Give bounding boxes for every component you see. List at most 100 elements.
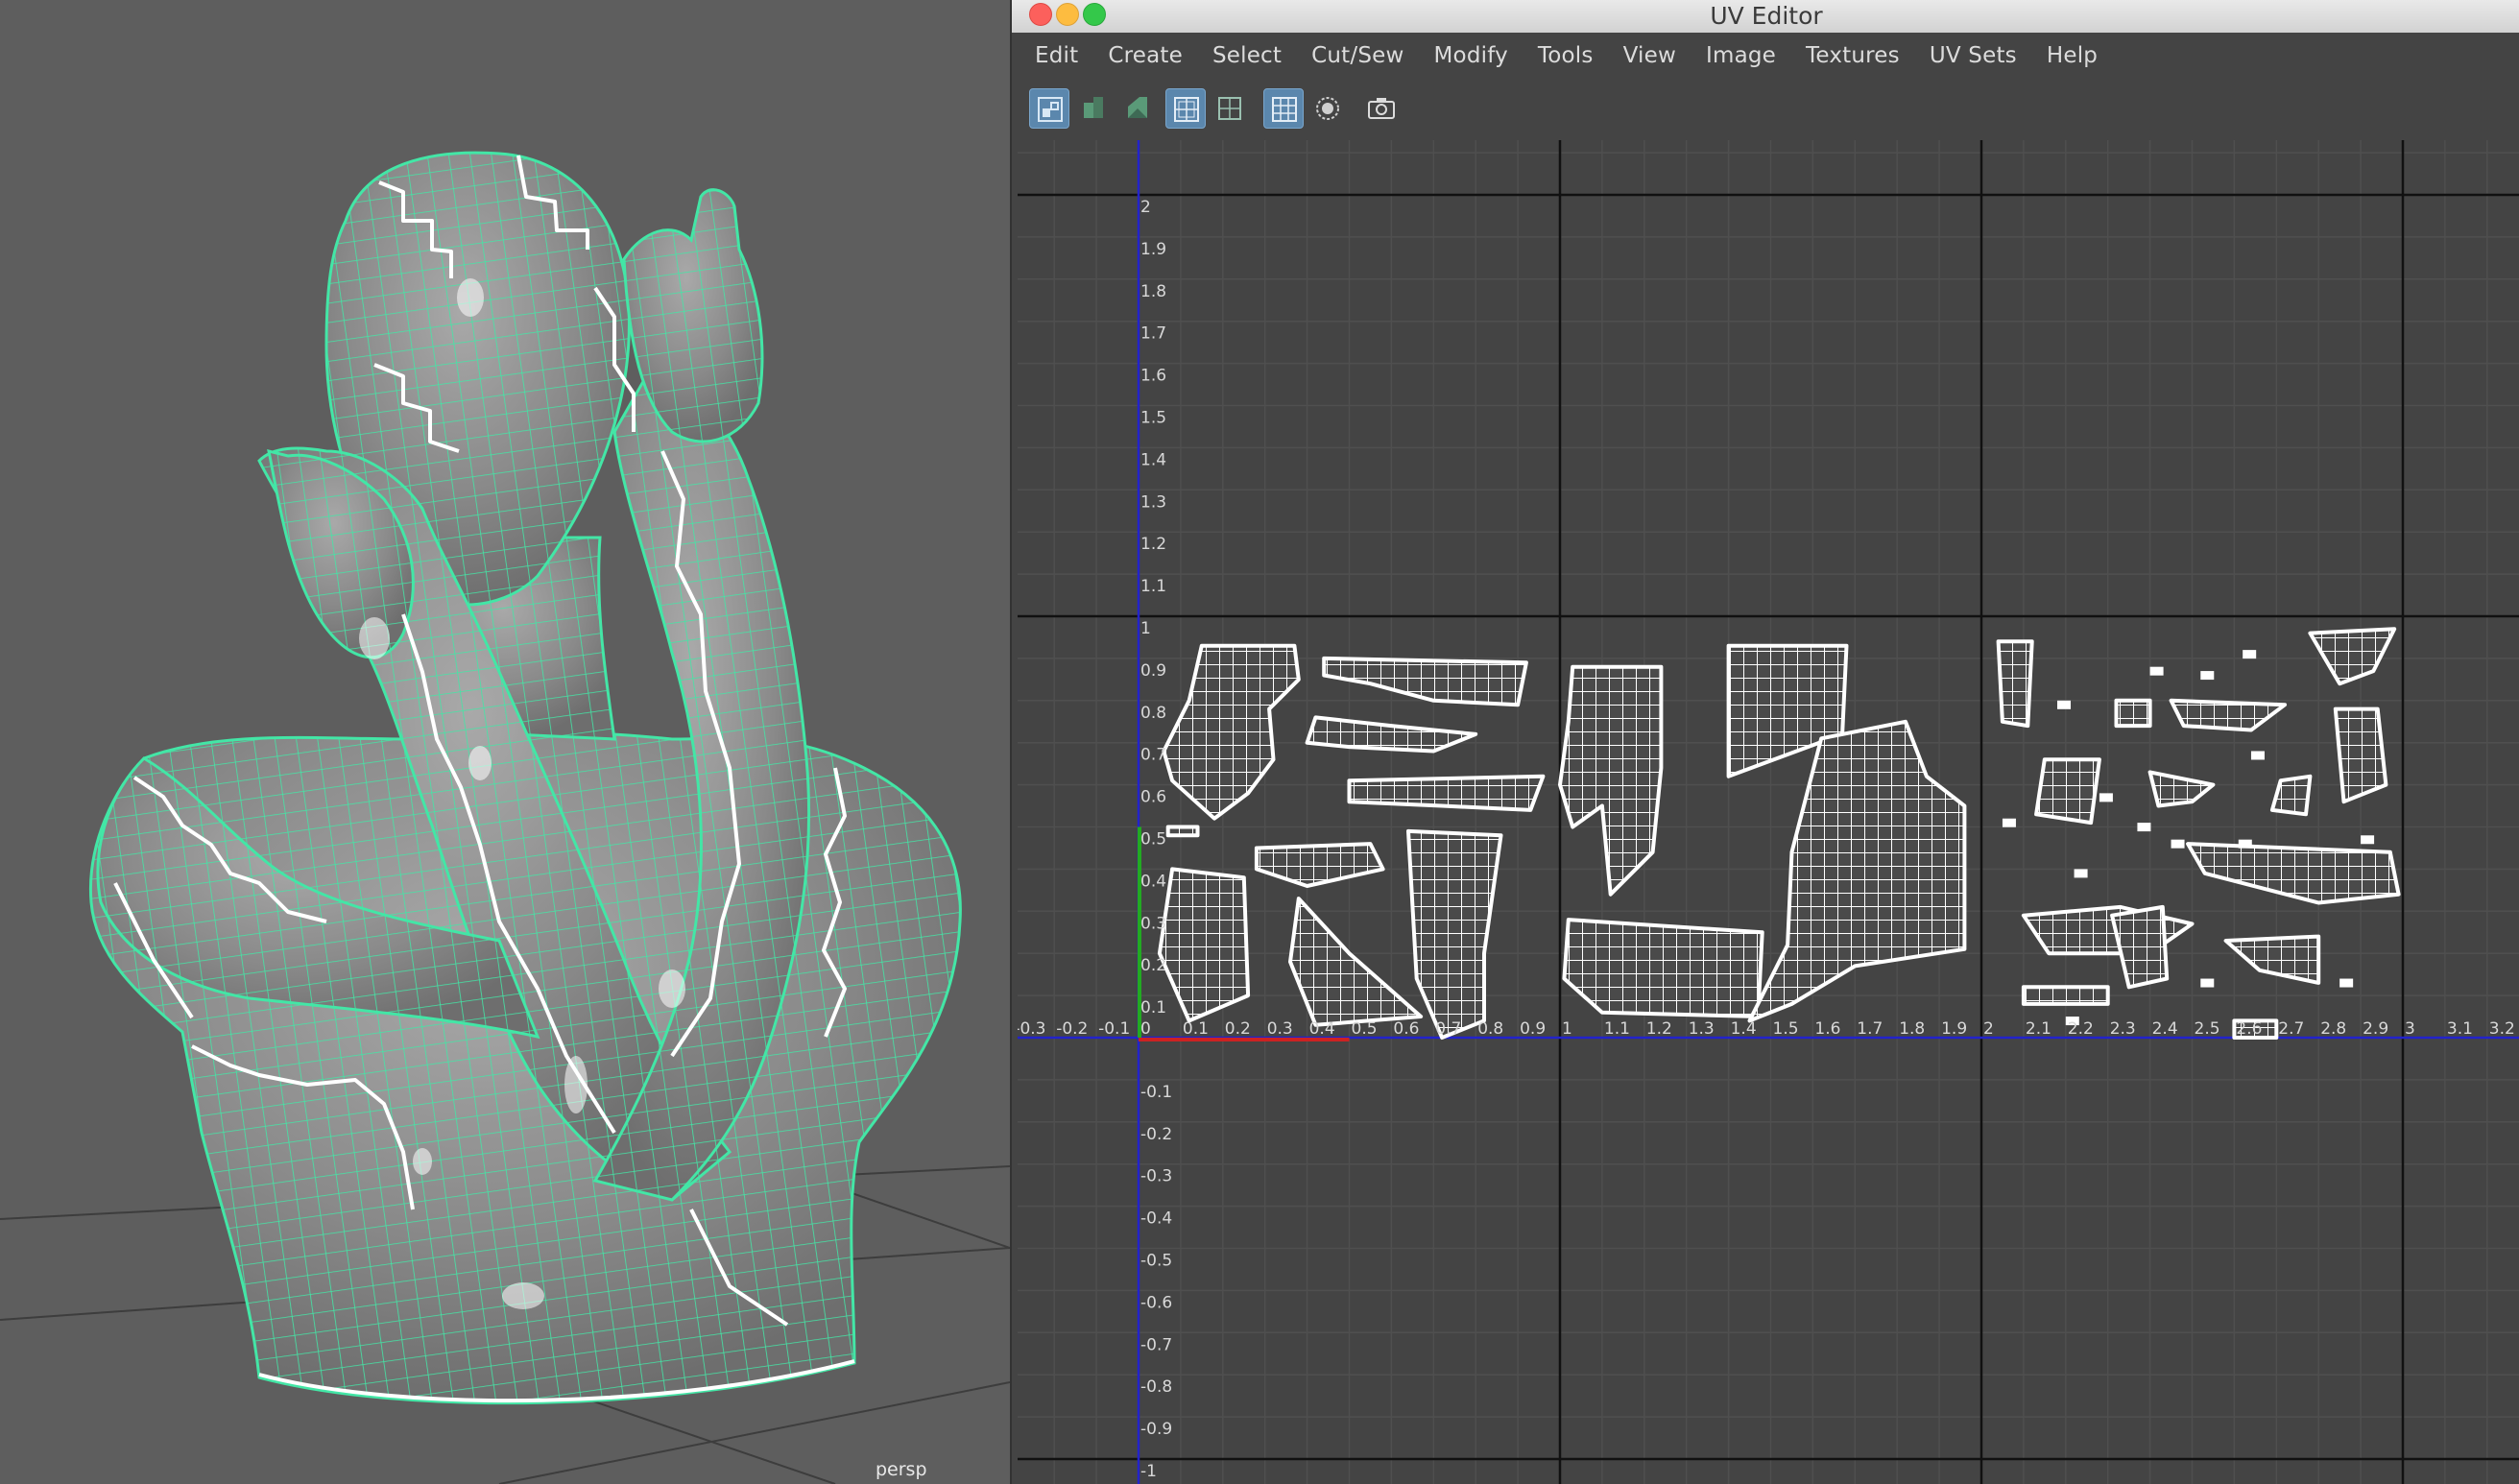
menu-uv-sets[interactable]: UV Sets <box>1930 43 2017 68</box>
sculpture-mesh <box>88 151 962 1405</box>
uv-shell <box>2333 706 2388 804</box>
u-tick-label: 3.1 <box>2447 1019 2473 1039</box>
uv-island <box>2250 751 2265 760</box>
u-tick-label: 2.8 <box>2320 1019 2346 1039</box>
v-tick-label: -0.6 <box>1140 1293 1172 1312</box>
checker-icon[interactable] <box>1263 88 1304 129</box>
texture-borders-icon[interactable] <box>1210 88 1250 129</box>
uv-island <box>2002 818 2016 827</box>
v-tick-label: -0.8 <box>1140 1377 1172 1397</box>
menu-view[interactable]: View <box>1623 43 1676 68</box>
u-tick-label: 0.7 <box>1435 1019 1461 1039</box>
uv-island <box>2200 978 2215 988</box>
u-tick-label: 0 <box>1140 1019 1151 1039</box>
uv-unfold-icon[interactable] <box>1073 88 1114 129</box>
uv-shell <box>2034 757 2101 826</box>
u-tick-label: 1.3 <box>1689 1019 1715 1039</box>
v-tick-label: 1.6 <box>1140 367 1166 386</box>
v-tick-label: 0.9 <box>1140 661 1166 681</box>
uv-shell <box>2114 698 2152 729</box>
v-tick-label: 0.4 <box>1140 872 1166 891</box>
u-tick-label: 0.3 <box>1267 1019 1293 1039</box>
menu-modify[interactable]: Modify <box>1434 43 1508 68</box>
menu-image[interactable]: Image <box>1706 43 1776 68</box>
uv-island <box>2149 666 2164 676</box>
camera-label: persp <box>876 1459 927 1480</box>
u-tick-label: -0.1 <box>1098 1019 1130 1039</box>
menu-select[interactable]: Select <box>1212 43 1282 68</box>
uv-shell <box>1562 918 1764 1018</box>
u-tick-label: 2.6 <box>2236 1019 2262 1039</box>
v-tick-label: -1 <box>1140 1462 1157 1481</box>
u-tick-label: 2.5 <box>2195 1019 2220 1039</box>
v-tick-label: 1.1 <box>1140 577 1166 596</box>
v-tick-label: 0.8 <box>1140 704 1166 723</box>
menu-textures[interactable]: Textures <box>1806 43 1900 68</box>
uv-island <box>2339 978 2354 988</box>
menu-tools[interactable]: Tools <box>1538 43 1594 68</box>
uv-island <box>2074 869 2088 878</box>
menu-cut-sew[interactable]: Cut/Sew <box>1311 43 1403 68</box>
u-tick-label: 3 <box>2405 1019 2415 1039</box>
u-tick-label: 0.8 <box>1477 1019 1503 1039</box>
uv-island <box>2238 839 2252 849</box>
uv-shell-icon[interactable] <box>1029 88 1069 129</box>
v-tick-label: 1.4 <box>1140 450 1166 469</box>
u-tick-label: 1 <box>1562 1019 1572 1039</box>
v-tick-label: -0.5 <box>1140 1252 1172 1271</box>
menu-create[interactable]: Create <box>1108 43 1183 68</box>
v-tick-label: -0.4 <box>1140 1209 1172 1229</box>
v-tick-label: 1.8 <box>1140 282 1166 301</box>
v-tick-label: -0.3 <box>1140 1167 1172 1186</box>
window-titlebar[interactable]: UV Editor <box>1012 0 2519 34</box>
v-tick-label: -0.2 <box>1140 1125 1172 1144</box>
uv-island <box>2200 671 2215 681</box>
viewport-scene <box>0 151 1010 1484</box>
v-tick-label: 1.3 <box>1140 492 1166 512</box>
u-tick-label: 2.7 <box>2278 1019 2304 1039</box>
v-tick-label: -0.7 <box>1140 1335 1172 1354</box>
u-tick-label: -0.3 <box>1018 1019 1045 1039</box>
u-tick-label: -0.2 <box>1056 1019 1088 1039</box>
uv-island <box>2137 823 2151 832</box>
v-tick-label: 1.5 <box>1140 409 1166 428</box>
u-tick-label: 0.4 <box>1309 1019 1335 1039</box>
uv-distort-icon[interactable] <box>1117 88 1158 129</box>
u-tick-label: 1.5 <box>1773 1019 1799 1039</box>
u-tick-label: 1.2 <box>1646 1019 1672 1039</box>
u-tick-label: 0.9 <box>1520 1019 1546 1039</box>
uv-shell <box>1996 639 2034 729</box>
v-tick-label: 0.7 <box>1140 746 1166 765</box>
u-tick-label: 1.8 <box>1899 1019 1925 1039</box>
v-tick-label: 0.2 <box>1140 956 1166 975</box>
v-tick-label: 0.3 <box>1140 914 1166 933</box>
window-title: UV Editor <box>1710 2 1823 30</box>
v-tick-label: 2 <box>1140 198 1151 217</box>
u-tick-label: 2.2 <box>2068 1019 2094 1039</box>
u-tick-label: 0.6 <box>1393 1019 1419 1039</box>
u-tick-label: 2.3 <box>2110 1019 2136 1039</box>
u-tick-label: 0.5 <box>1352 1019 1378 1039</box>
uv-toolbar <box>1012 79 2519 140</box>
menu-help[interactable]: Help <box>2047 43 2098 68</box>
uv-shell <box>1165 825 1200 838</box>
menu-edit[interactable]: Edit <box>1035 43 1078 68</box>
v-tick-label: 0.5 <box>1140 830 1166 850</box>
u-tick-label: 0.2 <box>1225 1019 1251 1039</box>
uv-shell <box>2021 985 2110 1006</box>
v-tick-label: 0.6 <box>1140 788 1166 807</box>
uv-canvas[interactable]: -0.3 -0.2 -0.1 0 0.1 0.2 0.3 0.4 0.5 0.6 0.7 0.8 0.9… <box>1018 140 2519 1484</box>
v-tick-label: -0.9 <box>1140 1420 1172 1439</box>
u-tick-label: 2.9 <box>2363 1019 2388 1039</box>
u-tick-label: 1.9 <box>1941 1019 1967 1039</box>
grid-display-icon[interactable] <box>1165 88 1206 129</box>
perspective-viewport[interactable]: persp <box>0 0 1010 1484</box>
isolate-icon[interactable] <box>1307 88 1348 129</box>
uv-island <box>2243 650 2257 659</box>
snapshot-icon[interactable] <box>1361 88 1402 129</box>
uv-island <box>2099 793 2113 802</box>
u-tick-label: 0.1 <box>1183 1019 1209 1039</box>
v-tick-label: 1.2 <box>1140 535 1166 554</box>
u-tick-label: 2.1 <box>2026 1019 2051 1039</box>
u-tick-label: 1.6 <box>1814 1019 1840 1039</box>
